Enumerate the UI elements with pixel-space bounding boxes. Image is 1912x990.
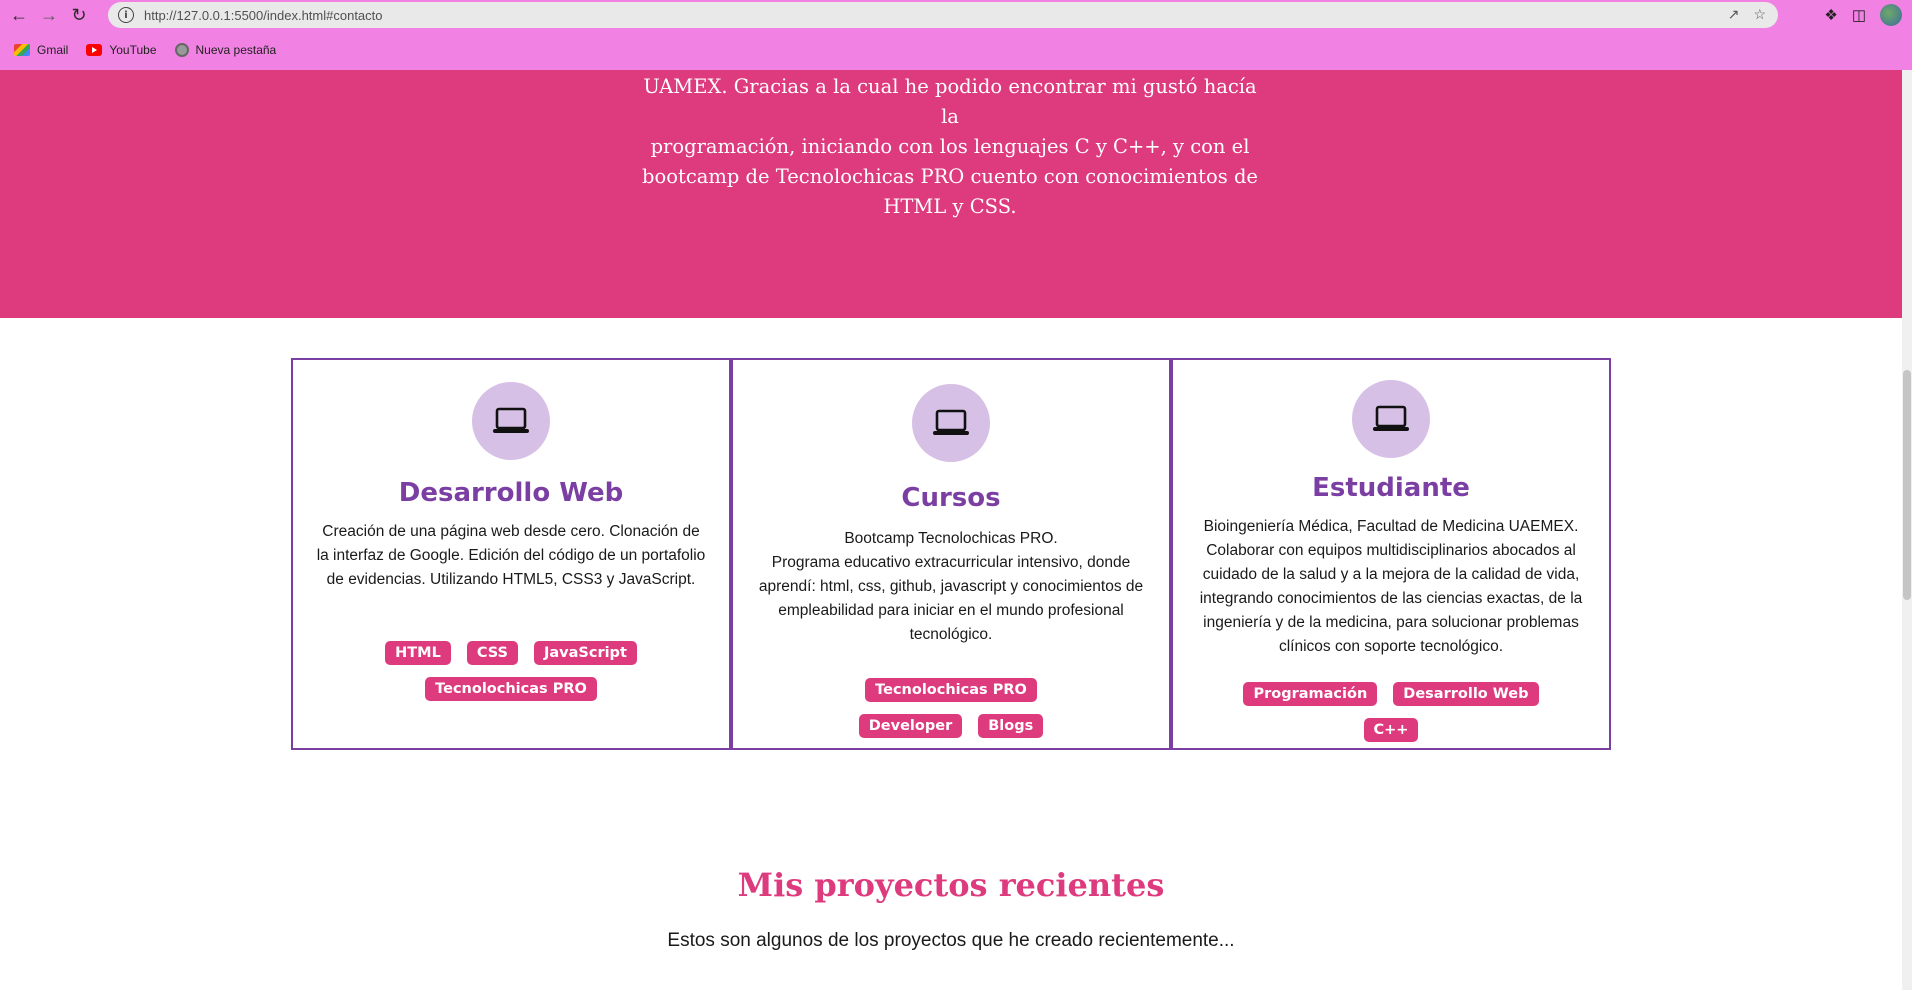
tag-tecnolochicas[interactable]: Tecnolochicas PRO [865,678,1037,702]
browser-toolbar: ← → ↻ i http://127.0.0.1:5500/index.html… [0,0,1912,30]
site-info-icon[interactable]: i [118,7,134,23]
bookmark-label: Gmail [37,43,69,57]
side-panel-icon[interactable]: ◫ [1852,6,1866,24]
about-line: HTML y CSS. [883,195,1017,218]
about-section: UAMEX. Gracias a la cual he podido encon… [0,70,1902,318]
reload-button[interactable]: ↻ [68,4,90,26]
about-text: UAMEX. Gracias a la cual he podido encon… [640,72,1260,222]
tag-tecnolochicas[interactable]: Tecnolochicas PRO [425,677,597,701]
address-bar[interactable]: i http://127.0.0.1:5500/index.html#conta… [108,2,1778,28]
bookmark-label: Nueva pestaña [195,43,277,57]
tag-developer[interactable]: Developer [858,714,963,738]
card-description: Bootcamp Tecnolochicas PRO. Programa edu… [755,527,1147,647]
url-text[interactable]: http://127.0.0.1:5500/index.html#contact… [144,8,383,23]
share-icon[interactable]: ↗ [1728,6,1740,23]
tag-html[interactable]: HTML [385,641,451,665]
projects-subtitle: Estos son algunos de los proyectos que h… [667,930,1235,951]
card-description-body: Programa educativo extracurricular inten… [758,554,1144,643]
profile-avatar[interactable] [1880,4,1902,26]
about-line: bootcamp de Tecnolochicas PRO cuento con… [642,165,1258,188]
youtube-icon [86,44,103,56]
card-estudiante: Estudiante Bioingeniería Médica, Faculta… [1171,358,1611,750]
bookmark-new-tab[interactable]: Nueva pestaña [174,43,277,57]
card-description-line: Bootcamp Tecnolochicas PRO. [844,530,1058,547]
bookmark-youtube[interactable]: YouTube [86,43,157,57]
bookmark-gmail[interactable]: Gmail [14,43,68,57]
card-cursos: Cursos Bootcamp Tecnolochicas PRO. Progr… [731,358,1171,750]
back-button[interactable]: ← [8,4,30,26]
tag-cpp[interactable]: C++ [1363,718,1419,742]
laptop-icon [472,382,550,460]
laptop-icon [912,384,990,462]
projects-title: Mis proyectos recientes [737,866,1165,904]
tag-list: Programación Desarrollo Web C++ [1173,682,1609,742]
card-desarrollo-web: Desarrollo Web Creación de una página we… [291,358,731,750]
tag-list: HTML CSS JavaScript Tecnolochicas PRO [293,641,729,701]
page-scrollbar[interactable] [1902,70,1912,990]
gmail-icon [14,44,30,56]
card-title: Estudiante [1312,473,1470,503]
card-title: Cursos [901,483,1001,513]
card-title: Desarrollo Web [398,478,624,508]
bookmark-label: YouTube [109,43,157,57]
tag-list: Tecnolochicas PRO Developer Blogs [733,678,1169,738]
bookmarks-bar: Gmail YouTube Nueva pestaña [0,30,1912,70]
tag-javascript[interactable]: JavaScript [533,641,637,665]
card-description: Bioingeniería Médica, Facultad de Medici… [1199,518,1583,655]
scrollbar-thumb[interactable] [1903,370,1911,600]
card-description: Creación de una página web desde cero. C… [316,523,706,588]
tag-css[interactable]: CSS [466,641,518,665]
tag-programacion[interactable]: Programación [1243,682,1378,706]
page-viewport: UAMEX. Gracias a la cual he podido encon… [0,70,1902,990]
tag-desarrollo-web[interactable]: Desarrollo Web [1393,682,1539,706]
globe-icon [174,43,189,57]
skills-cards: Desarrollo Web Creación de una página we… [291,358,1611,750]
laptop-icon [1352,380,1430,458]
tag-blogs[interactable]: Blogs [978,714,1044,738]
about-line: UAMEX. Gracias a la cual he podido encon… [643,75,1257,128]
bookmark-star-icon[interactable]: ☆ [1753,6,1766,23]
extensions-icon[interactable]: ❖ [1824,6,1837,24]
forward-button[interactable]: → [38,4,60,26]
about-line: programación, iniciando con los lenguaje… [650,135,1250,158]
